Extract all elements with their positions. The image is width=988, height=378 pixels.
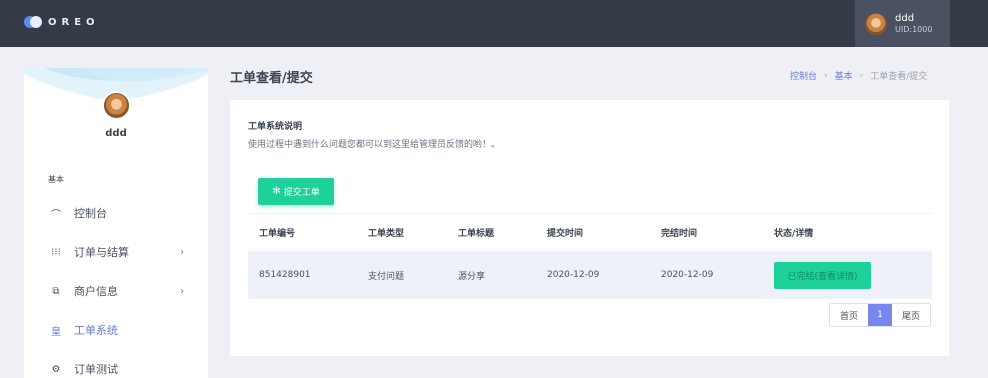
profile-name: ddd — [105, 128, 127, 139]
info-description: 使用过程中遇到什么问题您都可以到这里给管理员反馈的哟！。 — [248, 140, 501, 150]
header-ticket-id: 工单编号 — [259, 229, 296, 239]
avatar — [865, 12, 887, 35]
cell-ticket-id: 851428901 — [259, 270, 311, 280]
user-menu[interactable]: ddd UID:1000 — [855, 0, 950, 47]
user-name: ddd — [895, 12, 915, 24]
chevron-right-icon: › — [180, 246, 184, 258]
cell-finish-time: 2020-12-09 — [661, 270, 714, 280]
view-details-button[interactable]: 已完结(查看详情) — [774, 261, 871, 289]
sidebar-item-label: 工单系统 — [74, 324, 118, 337]
grid-icon: ⁝⁝⁝ — [51, 246, 61, 258]
sidebar-item-label: 订单测试 — [74, 363, 118, 376]
logo-icon — [24, 16, 42, 28]
header-ticket-title: 工单标题 — [458, 229, 495, 239]
chevron-right-icon: › — [824, 70, 828, 81]
table-row: 851428901 支付问题 源分享 2020-12-09 2020-12-09… — [248, 251, 932, 299]
speedometer-icon: ⌒ — [51, 209, 61, 221]
menu-section-label: 基本 — [48, 175, 64, 184]
cell-ticket-title: 源分享 — [458, 271, 486, 282]
user-uid: UID:1000 — [895, 24, 933, 34]
sidebar-item-label: 商户信息 — [74, 285, 118, 298]
ticket-card: 工单系统说明 使用过程中遇到什么问题您都可以到这里给管理员反馈的哟！。 ✻ 提交… — [230, 100, 949, 356]
table-header: 工单编号 工单类型 工单标题 提交时间 完结时间 状态/详情 — [248, 213, 932, 251]
profile-avatar[interactable] — [102, 91, 131, 120]
sidebar-profile: ddd — [24, 68, 208, 156]
sidebar-item-label: 控制台 — [74, 207, 107, 220]
header-status: 状态/详情 — [774, 229, 814, 239]
breadcrumb-dashboard[interactable]: 控制台 — [790, 69, 817, 82]
sidebar-item-dashboard[interactable]: ⌒ 控制台 — [24, 196, 208, 230]
page-title: 工单查看/提交 — [230, 71, 313, 86]
chevron-right-icon: › — [859, 70, 864, 81]
breadcrumb-current: 工单查看/提交 — [870, 72, 928, 82]
pagination: 首页 1 尾页 — [829, 303, 931, 327]
copy-icon: ⧉ — [52, 285, 60, 297]
page-number-button[interactable]: 1 — [868, 304, 892, 326]
header-submit-time: 提交时间 — [547, 229, 584, 239]
sidebar-item-label: 订单与结算 — [74, 246, 129, 259]
logo-text: OREO — [48, 16, 100, 28]
cell-submit-time: 2020-12-09 — [547, 270, 600, 280]
breadcrumb: 控制台 › 基本 › 工单查看/提交 — [790, 69, 928, 83]
submit-ticket-button[interactable]: ✻ 提交工单 — [258, 178, 334, 205]
submit-ticket-label: 提交工单 — [283, 188, 320, 198]
sidebar-item-order-test[interactable]: ⚙ 订单测试 — [24, 352, 208, 378]
last-page-button[interactable]: 尾页 — [892, 304, 930, 326]
settings-icon: ⚙ — [51, 363, 61, 375]
header-ticket-type: 工单类型 — [368, 229, 405, 239]
ticket-icon: 皇 — [51, 326, 61, 338]
sidebar-item-merchant[interactable]: ⧉ 商户信息 › — [24, 274, 208, 308]
cell-ticket-type: 支付问题 — [368, 271, 405, 282]
sidebar: ddd 基本 ⌒ 控制台 ⁝⁝⁝ 订单与结算 › ⧉ 商户信息 › 皇 工单系统… — [24, 68, 208, 378]
sidebar-item-orders[interactable]: ⁝⁝⁝ 订单与结算 › — [24, 235, 208, 269]
breadcrumb-basic[interactable]: 基本 — [835, 69, 853, 82]
sidebar-item-tickets[interactable]: 皇 工单系统 — [24, 313, 208, 347]
plus-icon: ✻ — [272, 186, 281, 197]
header-finish-time: 完结时间 — [661, 229, 698, 239]
brand-logo[interactable]: OREO — [24, 16, 100, 28]
info-title: 工单系统说明 — [248, 122, 303, 132]
first-page-button[interactable]: 首页 — [830, 304, 868, 326]
top-navbar: OREO ddd UID:1000 — [0, 0, 988, 47]
ticket-table: 工单编号 工单类型 工单标题 提交时间 完结时间 状态/详情 851428901… — [248, 213, 932, 299]
chevron-right-icon: › — [180, 285, 184, 297]
